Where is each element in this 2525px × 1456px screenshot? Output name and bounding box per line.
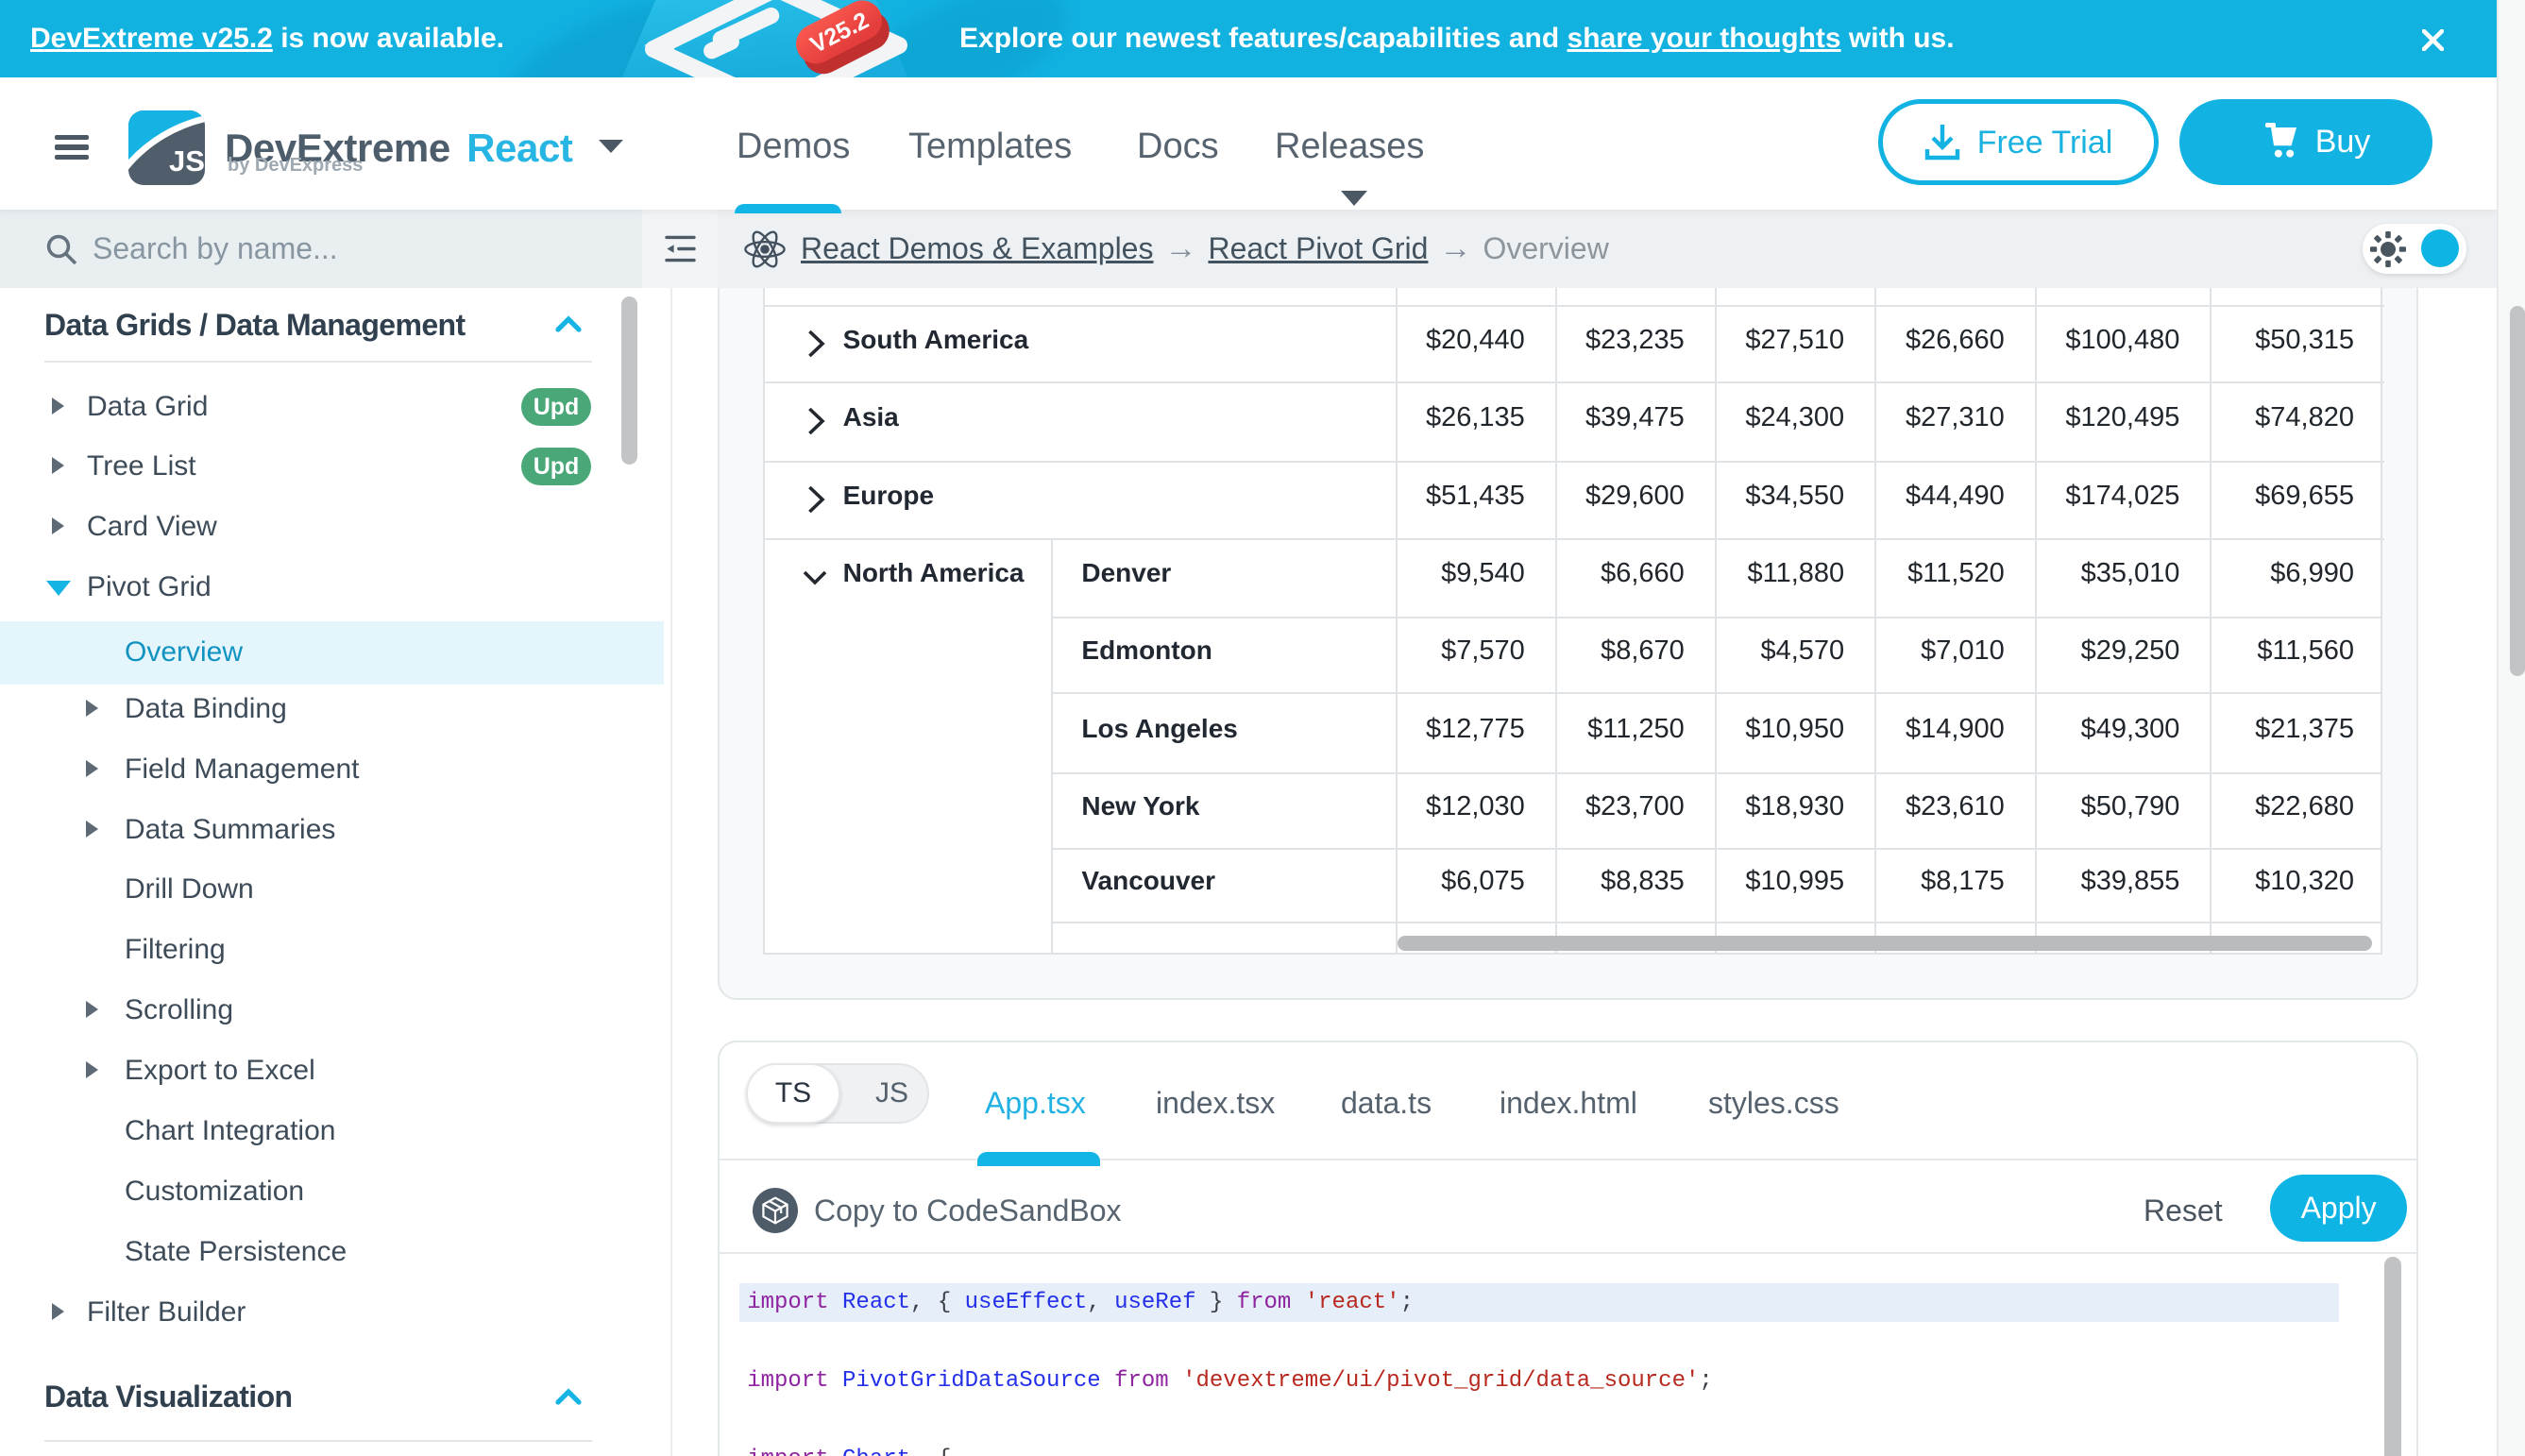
svg-text:JS: JS (169, 144, 205, 178)
